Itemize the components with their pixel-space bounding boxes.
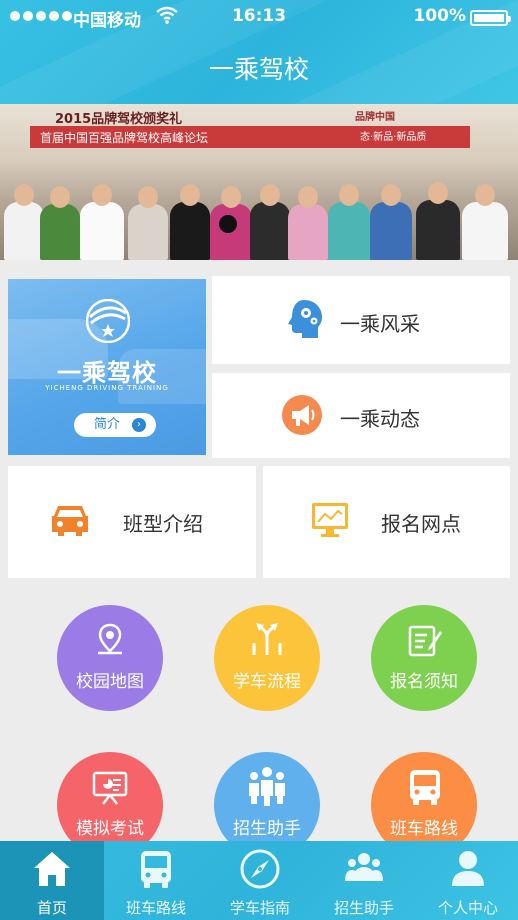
page-title: 一乘驾校 [208, 55, 309, 84]
home-icon [34, 852, 70, 886]
monitor-chart-icon [312, 503, 348, 537]
tile-sign-up-points-label: 报名网点 [381, 512, 461, 536]
app-header: 中国移动 16:13 100% 一乘驾校 [0, 0, 518, 104]
tab-learning-guide[interactable]: 学车指南 [208, 841, 312, 920]
tile-news-label: 一乘动态 [340, 407, 420, 431]
tile-news[interactable]: 一乘动态 [212, 373, 510, 458]
tab-enrollment-assistant[interactable]: 招生助手 [312, 841, 416, 920]
person-icon [452, 851, 484, 886]
tab-shuttle-route-label: 班车路线 [125, 899, 186, 917]
intro-button-label: 简介 [94, 417, 121, 432]
learning-process-label: 学车流程 [233, 672, 301, 692]
shuttle-route-label: 班车路线 [390, 819, 458, 839]
tile-sign-up-points[interactable]: 报名网点 [263, 466, 510, 578]
registration-notice-button[interactable]: 报名须知 [371, 605, 477, 711]
battery-percent: 100% [413, 6, 466, 26]
carousel-indicator[interactable] [219, 215, 237, 233]
bus-icon [410, 770, 440, 805]
banner-carousel[interactable]: 2015品牌驾校颁奖礼 品牌中国 首届中国百强品牌驾校高峰论坛 态·新品·新品质 [0, 104, 518, 260]
mock-exam-label: 模拟考试 [76, 819, 144, 839]
route-arrows-icon [252, 623, 282, 655]
tab-shuttle-route[interactable]: 班车路线 [104, 841, 208, 920]
promo-brand-name: 一乘驾校 [57, 359, 157, 387]
tile-style-label: 一乘风采 [340, 312, 420, 336]
learning-process-button[interactable]: 学车流程 [214, 605, 320, 711]
tile-class-types-label: 班型介绍 [123, 512, 203, 536]
team-icon [249, 767, 285, 806]
car-icon [52, 506, 88, 536]
tab-personal-center[interactable]: 个人中心 [416, 841, 518, 920]
tab-enrollment-assistant-label: 招生助手 [333, 899, 394, 917]
compass-icon [240, 849, 280, 889]
megaphone-icon [282, 395, 322, 435]
chevron-right-icon: › [132, 418, 146, 432]
presentation-icon [92, 771, 128, 805]
tab-home[interactable]: 首页 [0, 841, 104, 920]
banner-photo-people [0, 162, 518, 260]
bus-icon [141, 851, 171, 888]
campus-map-label: 校园地图 [76, 672, 144, 692]
tile-style[interactable]: 一乘风采 [212, 276, 510, 364]
bottom-tab-bar: 首页 班车路线 学车指南 招生助手 个人中心 [0, 841, 518, 920]
battery-icon [470, 10, 511, 26]
tab-home-label: 首页 [36, 899, 67, 917]
registration-notice-label: 报名须知 [390, 672, 458, 692]
tab-learning-guide-label: 学车指南 [229, 899, 290, 917]
promo-brand-english: YICHENG DRIVING TRAINING [45, 384, 169, 392]
map-pin-icon [98, 623, 122, 655]
enrollment-assistant-label: 招生助手 [233, 819, 301, 839]
school-logo-icon [86, 299, 130, 343]
banner-board-text: 2015品牌驾校颁奖礼 [55, 112, 183, 127]
banner-strip-text-right: 态·新品·新品质 [360, 132, 427, 143]
banner-sponsor-text: 品牌中国 [355, 112, 395, 123]
tab-personal-center-label: 个人中心 [437, 899, 498, 917]
head-gears-icon [288, 300, 322, 338]
notepad-icon [408, 625, 442, 657]
banner-strip-text: 首届中国百强品牌驾校高峰论坛 [40, 131, 209, 145]
team-icon [345, 853, 383, 881]
campus-map-button[interactable]: 校园地图 [57, 605, 163, 711]
tile-class-types[interactable]: 班型介绍 [8, 466, 256, 578]
status-bar: 中国移动 16:13 100% [0, 0, 518, 34]
intro-button[interactable]: 简介 › [74, 413, 156, 437]
school-intro-card[interactable]: 一乘驾校 YICHENG DRIVING TRAINING 简介 › [8, 279, 206, 455]
